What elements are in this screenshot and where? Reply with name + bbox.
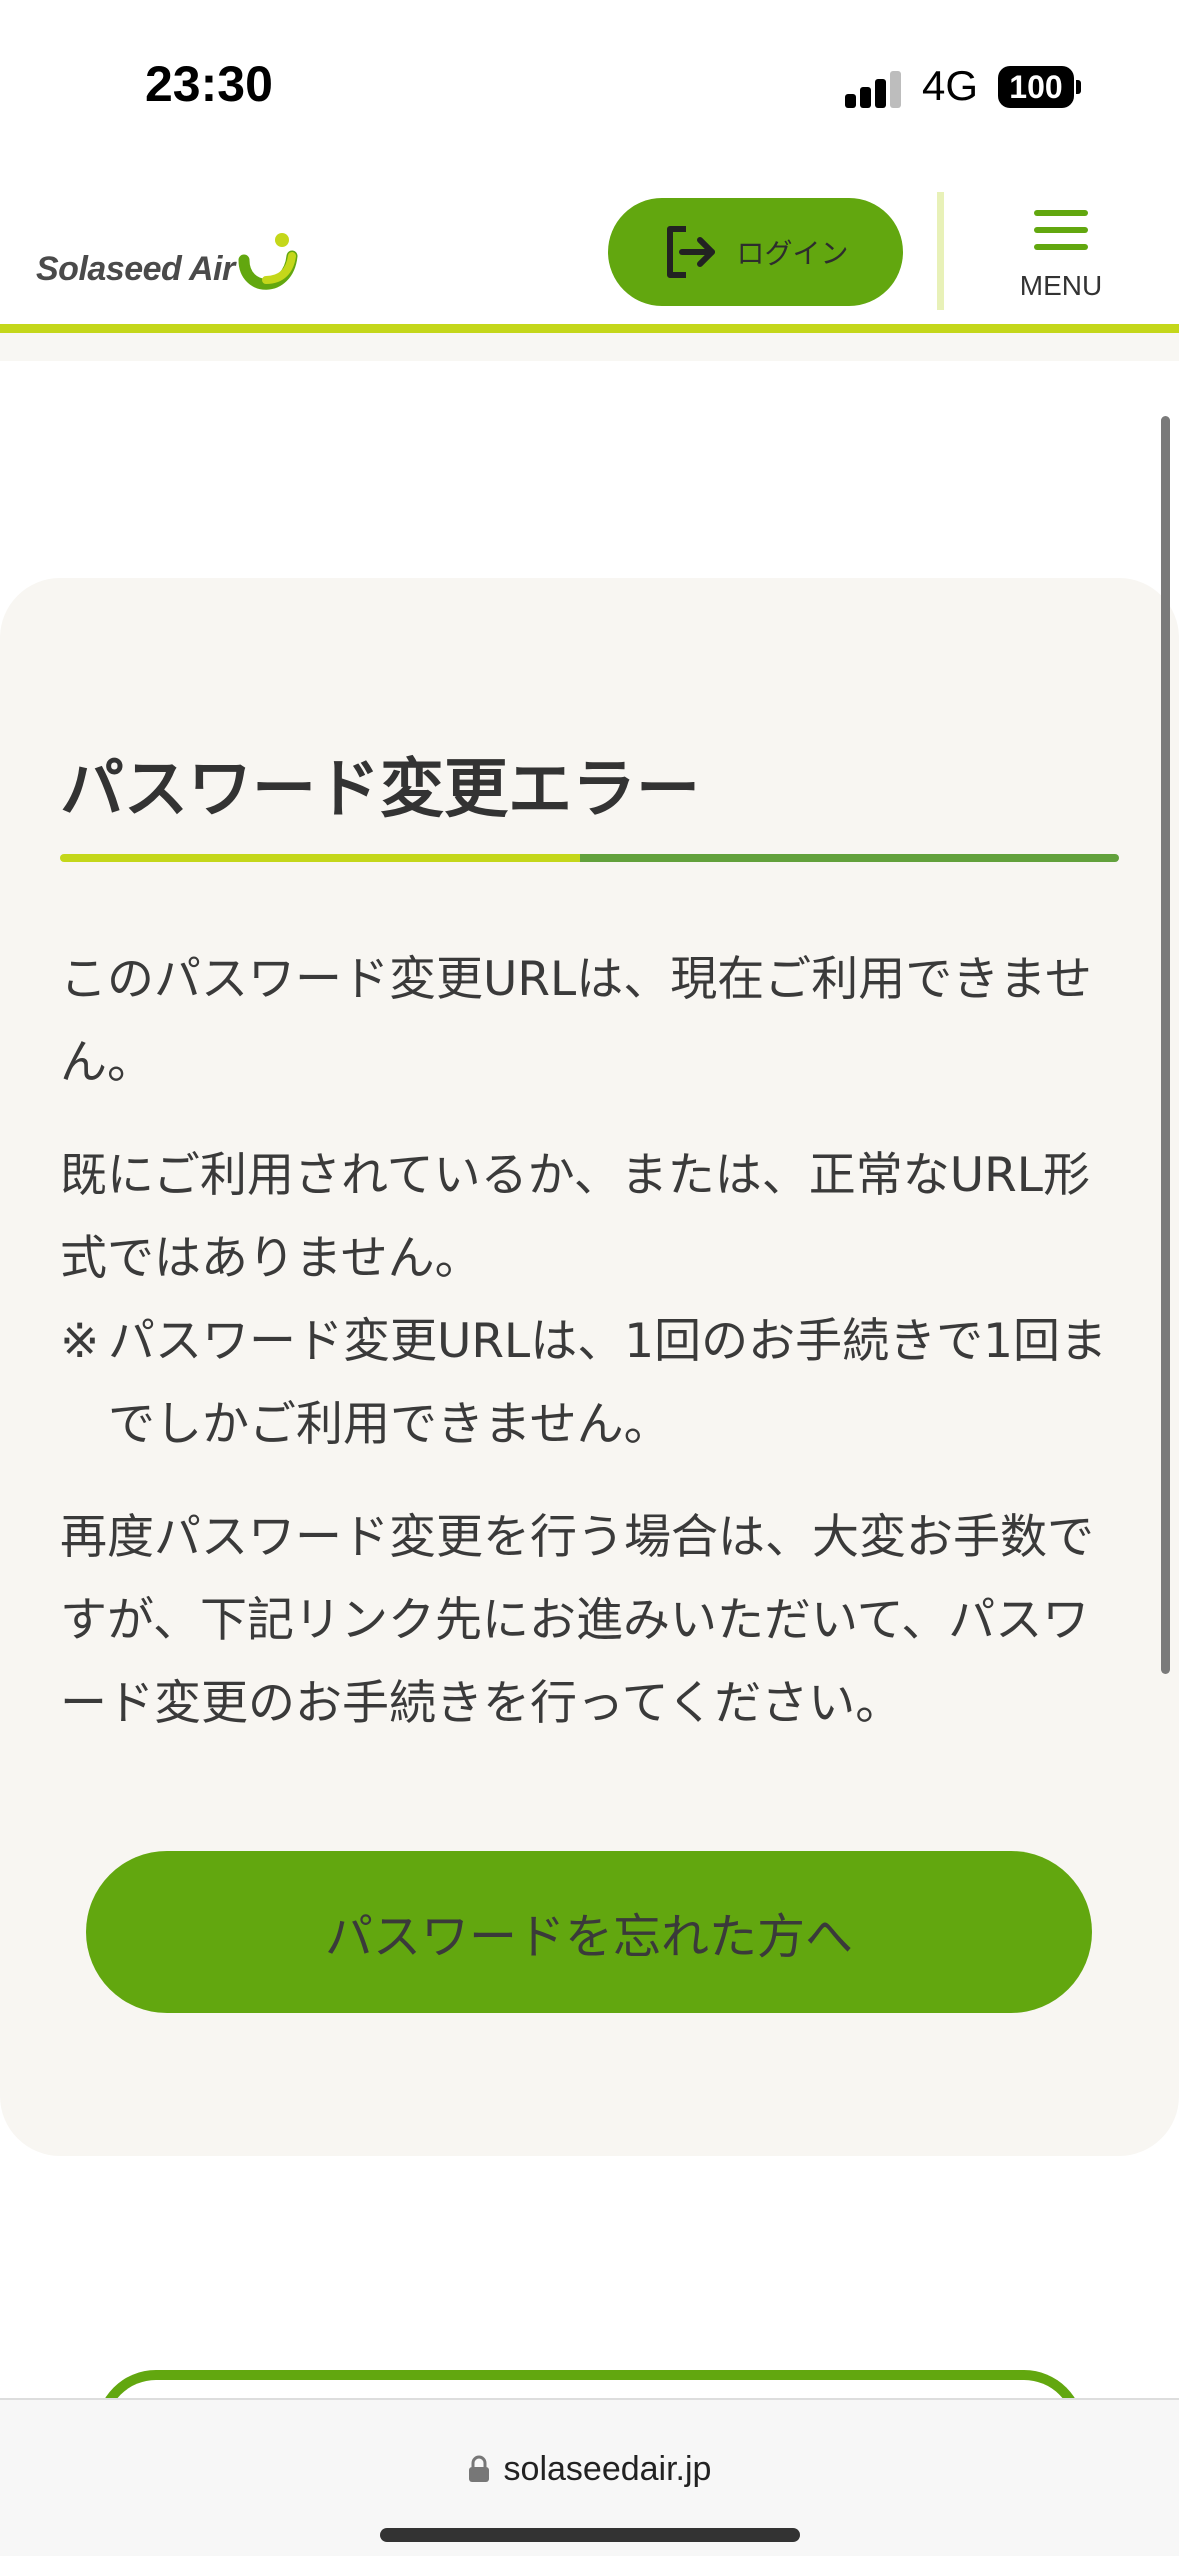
status-bar: 23:30 4G 100 [0,0,1179,170]
address-bar[interactable]: solaseedair.jp [0,2444,1179,2494]
error-message: このパスワード変更URLは、現在ご利用できません。 [60,952,1092,1090]
battery-level: 100 [1009,68,1063,105]
error-reason: 既にご利用されているか、または、正常なURL形式ではありません。 [60,1148,1090,1286]
status-time: 23:30 [145,56,273,112]
title-underline [60,854,1119,862]
login-label: ログイン [736,237,849,270]
logo-mark-icon [238,233,298,290]
forgot-password-button[interactable]: パスワードを忘れた方へ [86,1851,1092,2013]
browser-bottom-bar: solaseedair.jp [0,2398,1179,2556]
menu-label: MENU [1019,270,1103,301]
battery-tip [1076,80,1081,94]
note-text: パスワード変更URLは、1回のお手続きで1回までしかご利用できません。 [108,1314,1108,1452]
solaseed-air-logo[interactable]: Solaseed Air [36,230,298,310]
header-divider [937,192,944,310]
page-title: パスワード変更エラー [60,753,700,827]
login-button[interactable]: ログイン [608,198,903,306]
error-card: パスワード変更エラー このパスワード変更URLは、現在ご利用できません。 既にご… [0,578,1179,2156]
header-band [0,333,1179,361]
signal-icon [845,68,905,108]
battery-icon: 100 [998,66,1074,108]
menu-button[interactable]: MENU [1010,210,1112,310]
header-accent-line [0,324,1179,333]
usage-note: ※ パスワード変更URLは、1回のお手続きで1回までしかご利用できません。 [60,1300,1130,1466]
url-text: solaseedair.jp [503,2449,712,2488]
scrollbar[interactable] [1161,416,1170,1674]
site-header: Solaseed Air ログイン MENU [0,170,1179,332]
login-icon [667,226,716,278]
hamburger-icon [1034,210,1088,250]
lock-icon [468,2455,489,2482]
note-mark: ※ [60,1314,100,1369]
home-indicator[interactable] [380,2528,800,2542]
network-type: 4G [922,62,979,109]
instruction-text: 再度パスワード変更を行う場合は、大変お手数ですが、下記リンク先にお進みいただいて… [60,1510,1094,1731]
logo-text: Solaseed Air [36,250,235,288]
